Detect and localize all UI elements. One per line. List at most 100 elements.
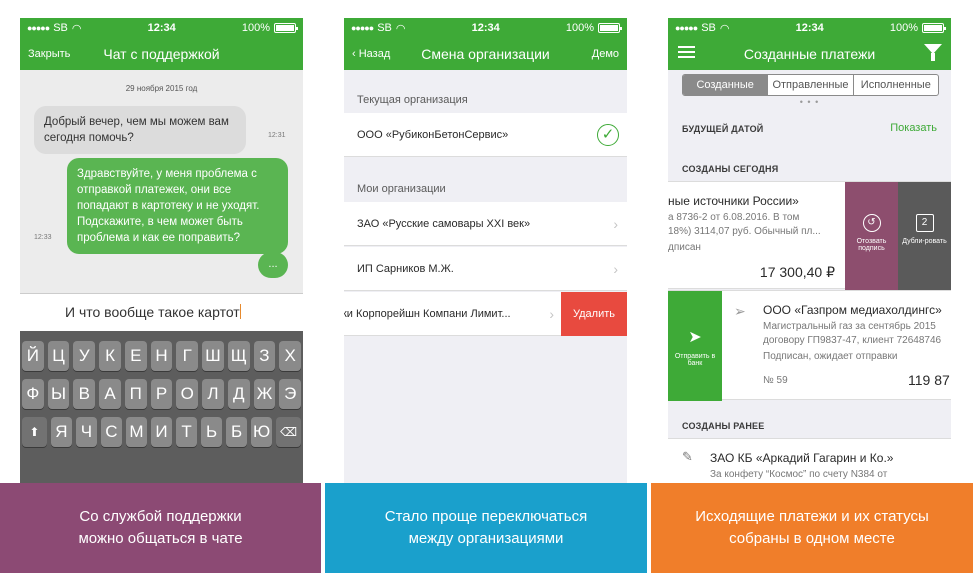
keyboard-key[interactable]: Ж [253,379,276,409]
battery-label: 100% [565,22,594,34]
keyboard-key[interactable]: Э [279,379,302,409]
shift-key-icon[interactable]: ⬆ [22,417,47,447]
today-section-header: СОЗДАНЫ СЕГОДНЯ [682,164,779,174]
message-input-text: И что вообще такое картот [65,304,240,320]
keyboard-key[interactable]: Й [21,341,44,371]
keyboard-key[interactable]: О [176,379,199,409]
payment-title: ЗАО КБ «Аркадий Гагарин и Ко.» [710,451,894,465]
wifi-icon: ◠ [395,22,406,35]
org-name: ООО «РубиконБетонСервис» [357,128,509,141]
keyboard-key[interactable]: Н [150,341,173,371]
payment-card-swiped[interactable]: ные источники России» а 8736-2 от 6.08.2… [668,181,951,290]
org-row[interactable]: ИП Сарников М.Ж. › [344,247,627,291]
keyboard-key[interactable]: И [150,417,173,447]
backspace-key-icon[interactable]: ⌫ [276,417,301,447]
signal-icon: ●●●●● [675,23,698,33]
recall-signature-button[interactable]: ↺ Отозвать подпись [845,182,898,290]
chevron-right-icon: › [613,215,618,232]
caption-line: Со службой поддержки [79,508,242,525]
wifi-icon: ◠ [71,22,82,35]
status-tabs: Созданные Отправленные Исполненные [682,74,939,96]
battery-label: 100% [889,22,918,34]
keyboard-key[interactable]: Е [124,341,147,371]
pull-indicator: • • • [799,97,820,107]
keyboard: ЙЦУКЕНГШЩЗХ ФЫВАПРОЛДЖЭ ⬆ Я Ч С М И Т Ь Б Ю ⌫ [20,331,303,483]
status-time: 12:34 [795,22,824,34]
message-time: 12:33 [34,234,52,241]
org-switch-screen: ●●●●● SB ◠ 12:34 100% ‹ Назад Смена органи… [344,18,627,483]
signal-icon: ●●●●● [27,23,50,33]
status-time: 12:34 [471,22,500,34]
keyboard-key[interactable]: Х [279,341,302,371]
payment-amount: 119 87 [908,372,950,388]
keyboard-key[interactable]: Ш [202,341,224,371]
payment-amount: 17 300,40 ₽ [759,264,835,280]
org-row-swiped[interactable]: Джи Корпорейшн Компани Лимит... › Удалит… [344,292,627,336]
keyboard-key[interactable]: Г [176,341,199,371]
current-org-row[interactable]: ООО «РубиконБетонСервис» ✓ [344,113,627,157]
keyboard-key[interactable]: Ф [21,379,44,409]
status-bar: ●●●●● SB ◠ 12:34 100% [344,18,627,38]
keyboard-key[interactable]: Ю [251,417,273,447]
outgoing-message: Здравствуйте, у меня проблема с отправко… [67,158,288,254]
keyboard-key[interactable]: Б [226,417,248,447]
paper-plane-icon: ➢ [734,303,746,319]
send-to-bank-button[interactable]: ➤ Отправить в банк [668,291,722,401]
battery-label: 100% [241,22,270,34]
keyboard-key[interactable]: Р [150,379,173,409]
keyboard-key[interactable]: П [124,379,147,409]
show-link[interactable]: Показать [890,122,937,134]
payment-desc-line: За конфету “Космос” по счету N384 от [710,469,888,480]
my-orgs-header: Мои организации [357,183,446,195]
delete-button[interactable]: Удалить [561,292,627,336]
future-section-header: БУДУЩЕЙ ДАТОЙ [682,124,764,134]
chat-date: 29 ноября 2015 год [125,84,198,93]
signal-icon: ●●●●● [351,23,374,33]
keyboard-key[interactable]: К [99,341,121,371]
filter-icon[interactable] [924,44,942,61]
keyboard-key[interactable]: Т [176,417,198,447]
tab-executed[interactable]: Исполненные [854,75,938,95]
page-title: Чат с поддержкой [103,46,220,62]
keyboard-key[interactable]: Ч [75,417,97,447]
caption-chat: Со службой поддержки можно общаться в чат… [0,483,321,573]
payment-title: ООО «Газпром медиахолдингс» [763,303,942,317]
keyboard-key[interactable]: Ы [47,379,70,409]
keyboard-key[interactable]: Д [227,379,250,409]
keyboard-key[interactable]: М [125,417,147,447]
pen-icon: ✎ [682,449,693,464]
keyboard-key[interactable]: Щ [227,341,250,371]
chevron-right-icon: › [549,305,554,322]
org-row[interactable]: ЗАО «Русские самовары XXI век» › [344,202,627,246]
tab-sent[interactable]: Отправленные [768,75,854,95]
demo-button[interactable]: Демо [592,48,619,60]
carrier-label: SB [53,22,68,34]
keyboard-key[interactable]: С [100,417,122,447]
duplicate-button[interactable]: 2 Дубли-ровать [898,182,951,290]
keyboard-key[interactable]: В [73,379,96,409]
battery-icon [273,23,298,33]
keyboard-key[interactable]: Я [50,417,72,447]
payment-title: ные источники России» [668,194,799,208]
keyboard-key[interactable]: Ь [201,417,223,447]
message-input[interactable]: И что вообще такое картот [20,293,303,331]
payment-card[interactable]: ✎ ЗАО КБ «Аркадий Гагарин и Ко.» За конф… [668,438,951,483]
org-name: ЗАО «Русские самовары XXI век» [357,217,531,230]
keyboard-key[interactable]: Л [202,379,224,409]
keyboard-key[interactable]: У [73,341,96,371]
current-org-header: Текущая организация [357,94,468,106]
battery-icon [921,23,946,33]
payment-number: № 59 [763,375,788,386]
payment-card[interactable]: ➤ Отправить в банк ➢ ООО «Газпром медиах… [668,290,951,401]
chat-navbar: ●●●●● SB ◠ 12:34 100% Закрыть Чат с поддер… [20,18,303,70]
keyboard-key[interactable]: А [99,379,121,409]
wifi-icon: ◠ [719,22,730,35]
keyboard-key[interactable]: Ц [47,341,70,371]
tab-created[interactable]: Созданные [683,75,769,95]
caption-line: Стало проще переключаться [384,508,588,525]
payments-navbar: ●●●●● SB ◠ 12:34 100% Созданные платежи [668,18,951,70]
checkmark-icon: ✓ [597,124,619,146]
keyboard-key[interactable]: З [253,341,276,371]
caption-line: собраны в одном месте [729,530,895,547]
caption-payments: Исходящие платежи и их статусы собраны в … [651,483,973,573]
